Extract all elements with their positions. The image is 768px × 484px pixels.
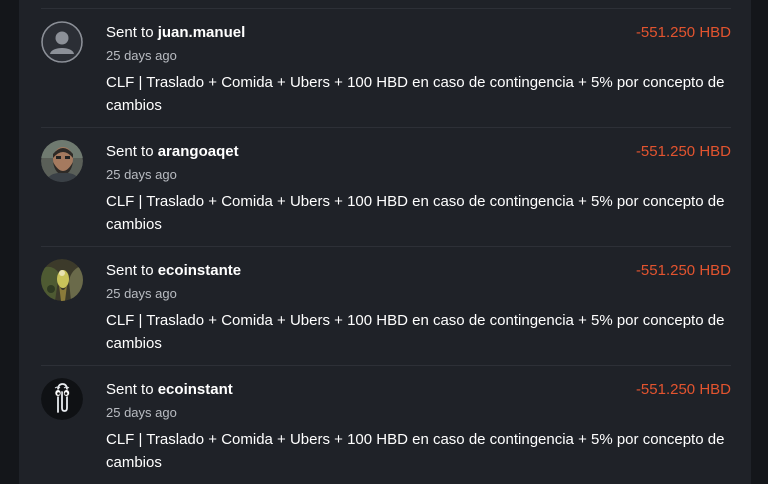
- transfer-prefix: Sent to: [106, 262, 154, 279]
- transfer-title: Sent to arangoaqet: [106, 143, 239, 160]
- transfer-title: Sent to ecoinstante: [106, 262, 241, 279]
- recipient-link[interactable]: juan.manuel: [158, 24, 246, 41]
- transfer-time: 25 days ago: [106, 48, 177, 63]
- transfer-amount: -551.250 HBD: [635, 143, 731, 160]
- transfer-prefix: Sent to: [106, 381, 154, 398]
- transfer-time: 25 days ago: [106, 167, 177, 182]
- transfer-memo: CLF | Traslado + Comida + Ubers + 100 HB…: [106, 193, 725, 233]
- transfer-amount: -551.250 HBD: [635, 381, 731, 398]
- recipient-link[interactable]: arangoaqet: [158, 143, 239, 160]
- transfer-amount: -551.250 HBD: [635, 24, 731, 41]
- default-user-icon[interactable]: [41, 21, 83, 63]
- recipient-link[interactable]: ecoinstant: [158, 381, 233, 398]
- transfer-title: Sent to juan.manuel: [106, 24, 245, 41]
- transfer-memo: CLF | Traslado + Comida + Ubers + 100 HB…: [106, 74, 725, 114]
- transfer-row: Sent to arangoaqet 25 days ago -551.250 …: [41, 127, 731, 246]
- transfer-time: 25 days ago: [106, 405, 177, 420]
- transfer-memo: CLF | Traslado + Comida + Ubers + 100 HB…: [106, 312, 725, 352]
- transfer-memo: CLF | Traslado + Comida + Ubers + 100 HB…: [106, 431, 725, 471]
- transfer-history-panel: Sent to juan.manuel 25 days ago -551.250…: [19, 0, 751, 484]
- transfer-row: Sent to ecoinstant 25 days ago -551.250 …: [41, 365, 731, 484]
- transfer-prefix: Sent to: [106, 143, 154, 160]
- transfer-amount: -551.250 HBD: [635, 262, 731, 279]
- transfer-row: Sent to ecoinstante 25 days ago -551.250…: [41, 246, 731, 365]
- transfer-prefix: Sent to: [106, 24, 154, 41]
- transfer-list: Sent to juan.manuel 25 days ago -551.250…: [41, 8, 731, 484]
- nature-photo-avatar[interactable]: [41, 259, 83, 301]
- recipient-link[interactable]: ecoinstante: [158, 262, 241, 279]
- bearded-man-avatar[interactable]: [41, 140, 83, 182]
- transfer-title: Sent to ecoinstant: [106, 381, 233, 398]
- transfer-time: 25 days ago: [106, 286, 177, 301]
- paperclip-mascot-icon[interactable]: [41, 378, 83, 420]
- transfer-row: Sent to juan.manuel 25 days ago -551.250…: [41, 8, 731, 127]
